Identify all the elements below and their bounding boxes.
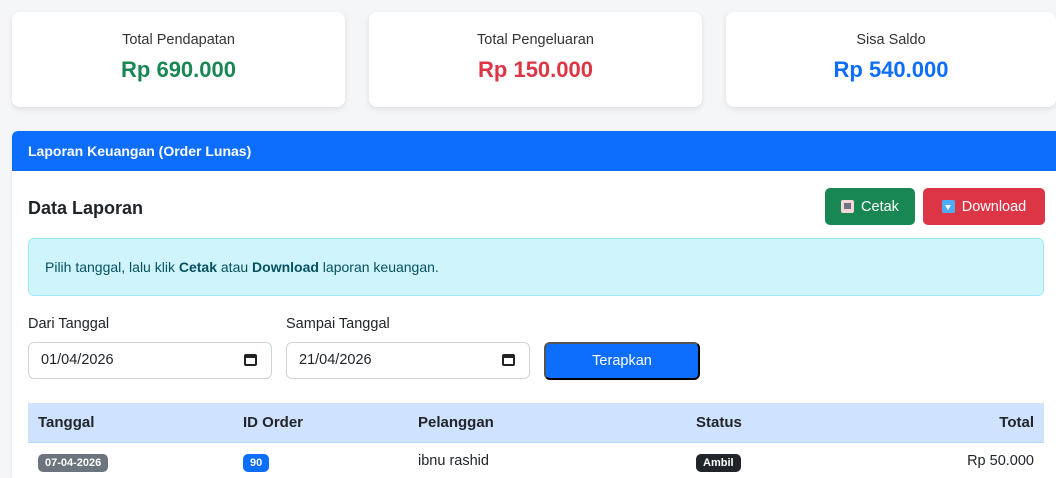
table-header: Tanggal ID Order Pelanggan Status Total <box>28 403 1044 443</box>
print-button[interactable]: Cetak <box>825 188 915 225</box>
alert-text-suffix: laporan keuangan. <box>318 259 439 275</box>
to-date-value: 21/04/2026 <box>299 352 372 368</box>
from-date-label: Dari Tanggal <box>28 316 110 332</box>
row-total-cell: Rp 50.000 <box>967 453 1034 469</box>
download-button-label: Download <box>961 198 1027 215</box>
balance-value: Rp 540.000 <box>833 57 949 82</box>
alert-text-print: Cetak <box>178 259 217 275</box>
column-header-status: Status <box>696 414 742 431</box>
column-header-order-id: ID Order <box>243 414 304 431</box>
balance-card: Sisa Saldo Rp 540.000 <box>726 12 1056 107</box>
row-customer-cell: ibnu rashid <box>418 453 489 469</box>
row-date-cell: 07-04-2026 <box>38 454 109 472</box>
balance-label: Sisa Saldo <box>856 32 926 48</box>
total-expense-value: Rp 150.000 <box>478 57 593 82</box>
from-date-value: 01/04/2026 <box>41 352 114 368</box>
calendar-icon[interactable] <box>502 354 515 366</box>
total-expense-card: Total Pengeluaran Rp 150.000 <box>369 12 702 107</box>
table-row: 07-04-2026 90 ibnu rashid Ambil Rp 50.00… <box>28 443 1044 478</box>
date-badge: 07-04-2026 <box>38 454 109 472</box>
to-date-input[interactable]: 21/04/2026 <box>286 342 530 379</box>
printer-icon <box>841 200 855 213</box>
row-status-cell: Ambil <box>696 454 741 472</box>
from-date-input[interactable]: 01/04/2026 <box>28 342 272 379</box>
alert-text-prefix: Pilih tanggal, lalu klik <box>45 259 179 275</box>
column-header-customer: Pelanggan <box>418 414 494 431</box>
total-income-value: Rp 690.000 <box>121 57 236 82</box>
download-button[interactable]: Download <box>923 188 1045 225</box>
page-title: Data Laporan <box>28 198 144 218</box>
print-button-label: Cetak <box>861 198 899 215</box>
calendar-icon[interactable] <box>244 354 257 366</box>
download-icon <box>941 200 955 213</box>
row-order-id-cell: 90 <box>243 454 270 472</box>
total-expense-label: Total Pengeluaran <box>477 32 594 48</box>
info-alert: Pilih tanggal, lalu klik Cetak atau Down… <box>28 238 1044 296</box>
alert-text-download: Download <box>252 259 319 275</box>
column-header-date: Tanggal <box>38 414 95 431</box>
total-income-label: Total Pendapatan <box>122 32 235 48</box>
alert-text-middle: atau <box>217 259 253 275</box>
total-income-card: Total Pendapatan Rp 690.000 <box>12 12 345 107</box>
report-panel-header: Laporan Keuangan (Order Lunas) <box>12 131 1056 171</box>
status-badge: Ambil <box>696 454 741 472</box>
finance-report-page: Total Pendapatan Rp 690.000 Total Pengel… <box>0 0 1056 478</box>
report-panel: Laporan Keuangan (Order Lunas) Data Lapo… <box>12 131 1056 478</box>
order-id-badge: 90 <box>243 454 270 472</box>
apply-filter-button[interactable]: Terapkan <box>544 342 700 380</box>
to-date-label: Sampai Tanggal <box>286 316 390 332</box>
column-header-total: Total <box>999 414 1034 431</box>
